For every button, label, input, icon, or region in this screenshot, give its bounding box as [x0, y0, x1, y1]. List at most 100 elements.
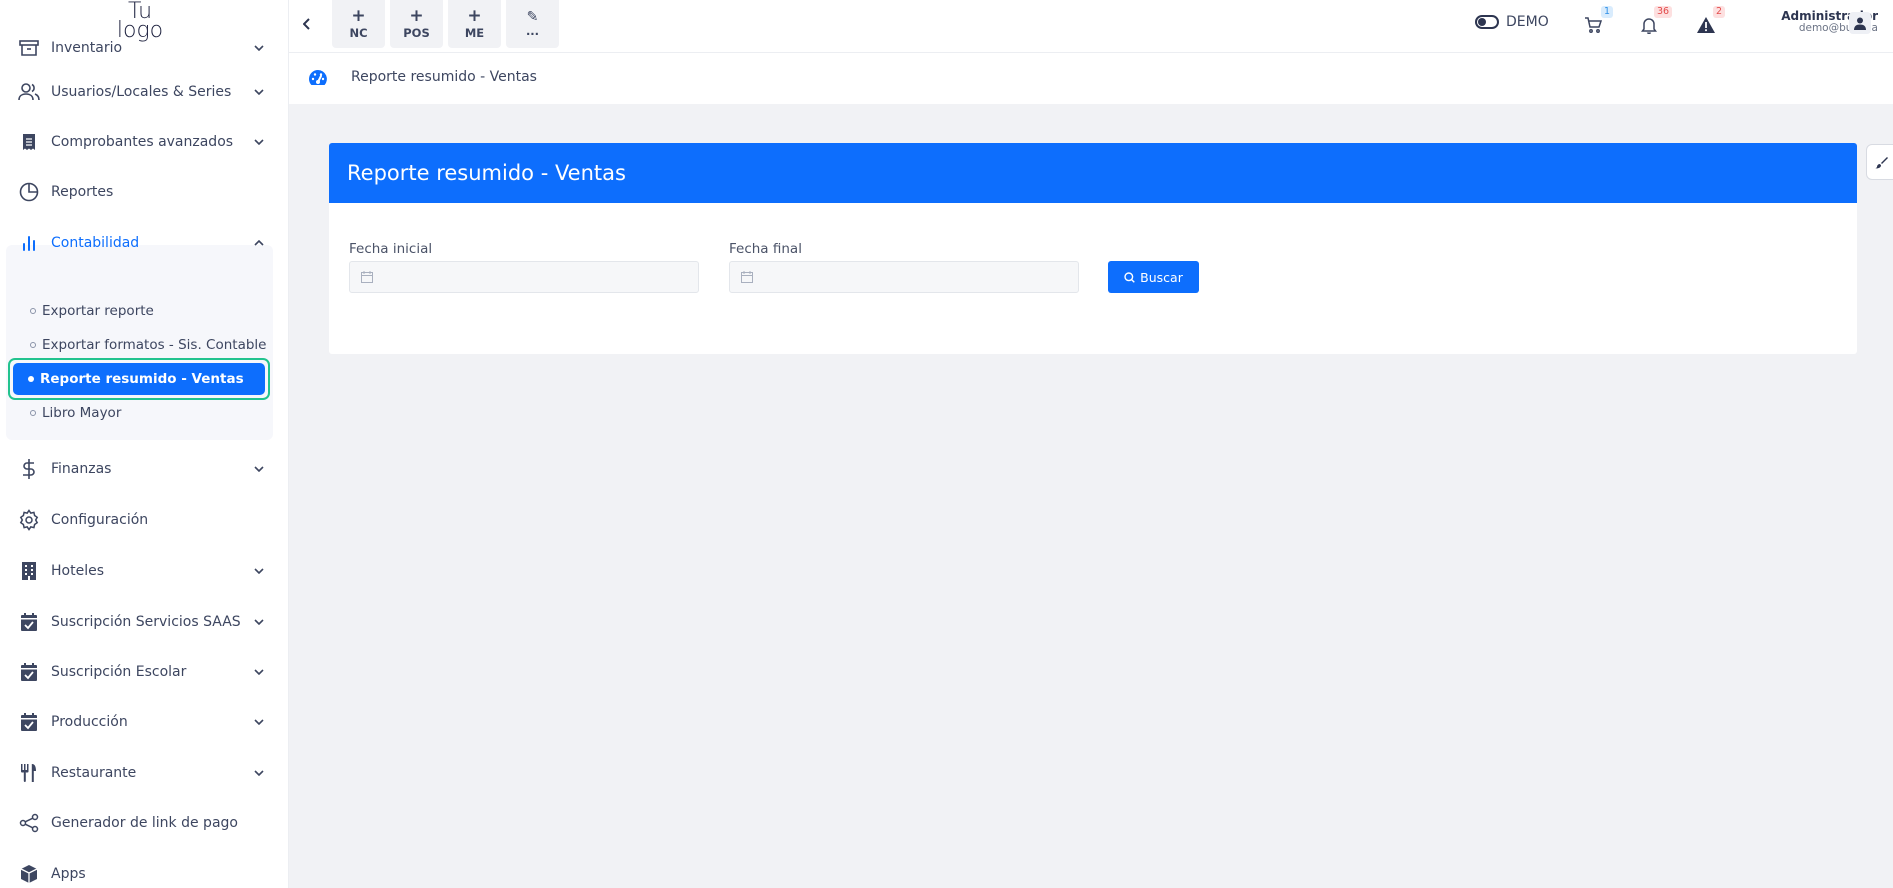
calendar-check-icon: [18, 611, 40, 633]
pencil-icon: ✎: [526, 9, 539, 25]
card-header: Reporte resumido - Ventas: [329, 143, 1857, 203]
cart-icon: [1585, 17, 1602, 33]
utensils-icon: [18, 762, 40, 784]
notifications-badge: 36: [1654, 6, 1673, 18]
avatar[interactable]: [1849, 12, 1871, 34]
cart-button[interactable]: [1582, 14, 1604, 36]
receipt-icon: [18, 131, 40, 153]
demo-label: DEMO: [1506, 14, 1549, 30]
users-icon: [18, 81, 40, 103]
sidebar-item-reportes[interactable]: Reportes: [0, 168, 289, 216]
sidebar-item-contabilidad[interactable]: Contabilidad: [0, 219, 289, 267]
quick-pos-button[interactable]: + POS: [390, 0, 443, 48]
bullet-icon: [28, 376, 34, 382]
brush-icon: [1875, 156, 1888, 168]
sidebar-item-apps[interactable]: Apps: [0, 850, 289, 888]
collapse-sidebar-button[interactable]: [297, 14, 317, 34]
quick-nc-button[interactable]: + NC: [332, 0, 385, 48]
chevron-down-icon: [252, 615, 266, 629]
chevron-down-icon: [252, 85, 266, 99]
submenu-item-label: Exportar formatos - Sis. Contable: [42, 337, 267, 353]
sidebar-item-label: Generador de link de pago: [51, 815, 238, 831]
submenu-item-active[interactable]: Reporte resumido - Ventas: [13, 363, 265, 395]
plus-icon: +: [351, 5, 366, 26]
sidebar-item-restaurante[interactable]: Restaurante: [0, 749, 289, 797]
bell-icon: [1641, 18, 1657, 34]
chevron-down-icon: [252, 41, 266, 55]
quick-me-button[interactable]: + ME: [448, 0, 501, 48]
toggle-icon: [1475, 15, 1499, 29]
sidebar-item-finanzas[interactable]: Finanzas: [0, 445, 289, 493]
calendar-check-icon: [18, 661, 40, 683]
bullet-icon: [30, 410, 36, 416]
sidebar-item-label: Suscripción Escolar: [51, 664, 187, 680]
quick-edit-button[interactable]: ✎ ...: [506, 0, 559, 48]
submenu-item-label: Exportar reporte: [42, 303, 154, 319]
topbar: + NC + POS + ME ✎ ... DEMO 1 36 2 Admini…: [289, 0, 1893, 53]
sidebar-item-configuracion[interactable]: Configuración: [0, 496, 289, 544]
sidebar-item-inventario[interactable]: Inventario: [0, 24, 289, 72]
sidebar-item-label: Producción: [51, 714, 128, 730]
sidebar-item-suscripcion-escolar[interactable]: Suscripción Escolar: [0, 648, 289, 696]
alerts-badge: 2: [1713, 6, 1726, 18]
submenu-item-label: Libro Mayor: [42, 405, 122, 421]
quick-button-label: ME: [464, 25, 485, 40]
sidebar-item-label: Restaurante: [51, 765, 137, 781]
demo-toggle[interactable]: DEMO: [1475, 14, 1549, 30]
warning-icon: [1697, 17, 1715, 33]
dashboard-gauge-icon: [309, 70, 327, 85]
pie-chart-icon: [18, 181, 40, 203]
chevron-down-icon: [252, 135, 266, 149]
quick-button-label: POS: [403, 25, 430, 40]
submenu-item-exportar-formatos[interactable]: Exportar formatos - Sis. Contable: [30, 337, 266, 353]
sidebar-item-label: Comprobantes avanzados: [51, 134, 234, 150]
chevron-down-icon: [252, 766, 266, 780]
dollar-icon: [18, 458, 40, 480]
chevron-down-icon: [252, 462, 266, 476]
theme-customizer-button[interactable]: [1866, 144, 1893, 180]
gear-icon: [18, 509, 40, 531]
calendar-icon: [741, 271, 753, 283]
user-icon: [1854, 17, 1866, 30]
sidebar-item-label: Hoteles: [51, 563, 104, 579]
report-card: Reporte resumido - Ventas Fecha inicial …: [329, 143, 1857, 354]
chevron-left-icon: [303, 18, 310, 30]
chevron-up-icon: [252, 236, 266, 250]
sidebar-item-usuarios[interactable]: Usuarios/Locales & Series: [0, 68, 289, 116]
fecha-final-input[interactable]: [729, 261, 1079, 293]
sidebar-item-suscripcion-saas[interactable]: Suscripción Servicios SAAS: [0, 598, 289, 646]
search-icon: [1124, 271, 1135, 283]
buscar-label: Buscar: [1140, 269, 1183, 285]
quick-button-label: NC: [349, 25, 368, 40]
buscar-button[interactable]: Buscar: [1108, 261, 1199, 293]
sidebar-item-comprobantes[interactable]: Comprobantes avanzados: [0, 118, 289, 166]
card-title: Reporte resumido - Ventas: [347, 161, 626, 185]
breadcrumb: Reporte resumido - Ventas: [289, 53, 1893, 104]
box-icon: [18, 863, 40, 885]
building-icon: [18, 560, 40, 582]
share-icon: [18, 812, 40, 834]
sidebar-item-hoteles[interactable]: Hoteles: [0, 547, 289, 595]
bullet-icon: [30, 342, 36, 348]
submenu-item-label: Reporte resumido - Ventas: [40, 371, 244, 387]
fecha-final-label: Fecha final: [729, 241, 802, 257]
fecha-inicial-input[interactable]: [349, 261, 699, 293]
submenu-item-exportar-reporte[interactable]: Exportar reporte: [30, 303, 154, 319]
bar-chart-icon: [18, 232, 40, 254]
sidebar-item-label: Suscripción Servicios SAAS: [51, 614, 241, 630]
chevron-down-icon: [252, 715, 266, 729]
sidebar-item-label: Apps: [51, 866, 86, 882]
submenu-item-reporte-resumido-ventas[interactable]: Reporte resumido - Ventas: [8, 358, 270, 400]
sidebar-item-produccion[interactable]: Producción: [0, 698, 289, 746]
archive-icon: [18, 37, 40, 59]
sidebar-item-label: Reportes: [51, 184, 114, 200]
sidebar-item-generador-link[interactable]: Generador de link de pago: [0, 799, 289, 847]
breadcrumb-current: Reporte resumido - Ventas: [351, 69, 537, 85]
chevron-down-icon: [252, 564, 266, 578]
submenu-item-libro-mayor[interactable]: Libro Mayor: [30, 405, 121, 421]
calendar-check-icon: [18, 711, 40, 733]
sidebar-item-label: Contabilidad: [51, 235, 140, 251]
chevron-down-icon: [252, 665, 266, 679]
calendar-icon: [361, 271, 373, 283]
sidebar-item-label: Configuración: [51, 512, 149, 528]
